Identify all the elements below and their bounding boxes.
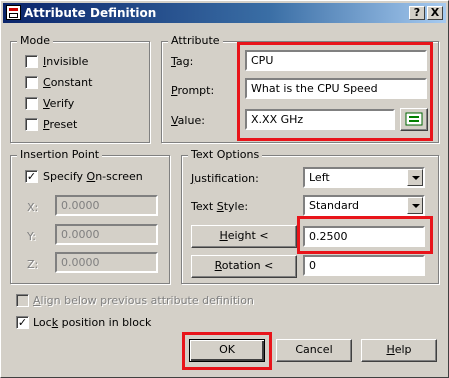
close-button[interactable]: X bbox=[427, 6, 443, 20]
align-below-checkbox[interactable] bbox=[16, 294, 29, 307]
constant-label: Constant bbox=[43, 76, 93, 89]
rotation-button[interactable]: Rotation < bbox=[191, 255, 297, 278]
justification-label: Justification: bbox=[191, 172, 259, 185]
invisible-checkbox[interactable] bbox=[25, 55, 38, 68]
help-button[interactable]: Help bbox=[361, 339, 437, 362]
insertion-point-legend: Insertion Point bbox=[17, 148, 103, 161]
x-label: X: bbox=[27, 201, 39, 214]
cancel-button[interactable]: Cancel bbox=[276, 339, 352, 362]
attribute-definition-dialog: Attribute Definition ? X Mode Invisible … bbox=[0, 0, 449, 378]
value-label: Value: bbox=[171, 114, 205, 127]
attribute-legend: Attribute bbox=[168, 34, 223, 47]
justification-value: Left bbox=[309, 171, 330, 184]
chevron-down-icon[interactable] bbox=[407, 169, 423, 186]
mode-legend: Mode bbox=[17, 34, 53, 47]
preset-checkbox[interactable] bbox=[25, 118, 38, 131]
app-icon bbox=[6, 5, 21, 20]
justification-select[interactable]: Left bbox=[303, 167, 425, 188]
constant-checkbox[interactable] bbox=[25, 76, 38, 89]
ok-highlight-box bbox=[182, 332, 272, 370]
chevron-down-icon[interactable] bbox=[407, 197, 423, 214]
height-highlight-box bbox=[297, 216, 433, 254]
y-input[interactable]: 0.0000 bbox=[55, 224, 158, 245]
z-input[interactable]: 0.0000 bbox=[55, 252, 158, 273]
text-style-select[interactable]: Standard bbox=[303, 195, 425, 216]
height-button[interactable]: Height < bbox=[191, 225, 297, 248]
x-input[interactable]: 0.0000 bbox=[55, 195, 158, 216]
text-options-legend: Text Options bbox=[188, 148, 263, 161]
tag-label: Tag: bbox=[171, 55, 194, 68]
specify-on-screen-label: Specify On-screen bbox=[43, 170, 143, 183]
z-label: Z: bbox=[27, 258, 39, 271]
align-below-label: Align below previous attribute definitio… bbox=[33, 294, 254, 307]
invisible-label-rest: nvisible bbox=[46, 55, 89, 68]
preset-label: Preset bbox=[43, 118, 78, 131]
verify-checkbox[interactable] bbox=[25, 97, 38, 110]
rotation-input[interactable]: 0 bbox=[303, 255, 425, 276]
attribute-highlight-box bbox=[237, 42, 433, 141]
invisible-label: Invisible bbox=[43, 55, 89, 68]
prompt-label: Prompt: bbox=[171, 84, 215, 97]
specify-on-screen-checkbox[interactable]: ✓ bbox=[25, 170, 38, 183]
lock-position-label: Lock position in block bbox=[33, 316, 152, 329]
text-style-label: Text Style: bbox=[191, 200, 249, 213]
y-label: Y: bbox=[27, 230, 36, 243]
dialog-title: Attribute Definition bbox=[24, 6, 157, 20]
lock-position-checkbox[interactable]: ✓ bbox=[16, 316, 29, 329]
verify-label: Verify bbox=[43, 97, 75, 110]
title-bar[interactable]: Attribute Definition ? X bbox=[3, 3, 446, 23]
text-style-value: Standard bbox=[309, 199, 360, 212]
help-caption-button[interactable]: ? bbox=[409, 6, 425, 20]
